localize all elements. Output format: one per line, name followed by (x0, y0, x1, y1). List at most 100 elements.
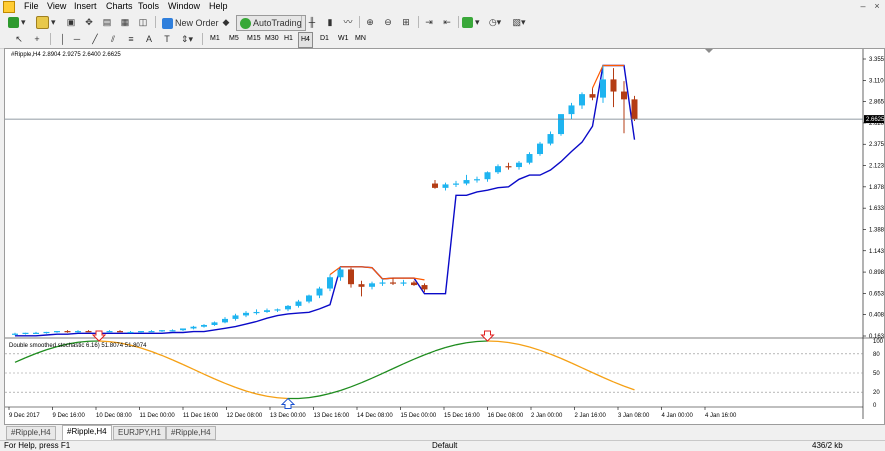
menu-help[interactable]: Help (207, 0, 230, 13)
stochastic-segment (299, 398, 310, 399)
price-tick-label: 0.6530 (869, 291, 884, 297)
chart-window[interactable]: 3.35503.11002.86502.62002.37502.12301.87… (4, 48, 885, 425)
stochastic-segment (582, 368, 593, 373)
stochastic-segment (99, 341, 110, 342)
stochastic-segment (551, 354, 562, 358)
strategy-tester-icon[interactable]: ◫ (136, 15, 150, 29)
menu-window[interactable]: Window (166, 0, 202, 13)
stochastic-segment (603, 377, 614, 382)
terminal-icon[interactable]: ▦ (118, 15, 132, 29)
menu-view[interactable]: View (45, 0, 68, 13)
candle-bull (516, 163, 522, 167)
candle-bull (233, 315, 239, 318)
stochastic-segment (26, 354, 37, 358)
chart-shift-icon[interactable]: ⇤ (440, 15, 454, 29)
zoom-in-icon[interactable]: ⊕ (363, 15, 377, 29)
data-window-icon[interactable]: ✥ (82, 15, 96, 29)
tab-ripple-h4-2[interactable]: #Ripple,H4 (166, 426, 216, 440)
profiles-icon[interactable]: ▾ (36, 15, 56, 29)
cursor-icon[interactable]: ↖ (12, 32, 26, 46)
symbol-info-label: #Ripple,H4 2.8904 2.9275 2.6400 2.6625 (11, 52, 121, 58)
candle-bull (222, 319, 228, 322)
menu-charts[interactable]: Charts (104, 0, 135, 13)
timeframe-d1[interactable]: D1 (318, 32, 331, 46)
menu-tools[interactable]: Tools (136, 0, 161, 13)
tab-ripple-h4-active[interactable]: #Ripple,H4 (62, 425, 112, 440)
tab-ripple-h4-1[interactable]: #Ripple,H4 (6, 426, 56, 440)
menu-file[interactable]: File (22, 0, 41, 13)
standard-toolbar: ▾ ▾ ▣ ✥ ▤ ▦ ◫ New Order ◆ AutoTrading ╫ … (0, 13, 885, 32)
trendline-icon[interactable]: ╱ (88, 32, 102, 46)
zoom-out-icon[interactable]: ⊖ (381, 15, 395, 29)
periods-icon[interactable]: ◷▾ (488, 15, 502, 29)
vertical-line-icon[interactable]: │ (56, 32, 70, 46)
timeframe-m1[interactable]: M1 (208, 32, 222, 46)
stochastic-segment (614, 382, 625, 386)
time-tick-label: 9 Dec 2017 (9, 413, 40, 419)
candlestick-icon[interactable]: ▮ (323, 15, 337, 29)
candle-bull (464, 180, 470, 183)
stochastic-segment (456, 343, 467, 345)
autotrading-button[interactable]: AutoTrading (236, 15, 306, 31)
text-tool-icon[interactable]: A (142, 32, 156, 46)
price-tick-label: 3.1100 (869, 78, 884, 84)
stochastic-segment (519, 344, 530, 347)
candle-bull (558, 114, 564, 134)
auto-scroll-icon[interactable]: ⇥ (422, 15, 436, 29)
candle-bull (495, 166, 501, 172)
time-tick-label: 11 Dec 16:00 (183, 413, 219, 419)
candle-bull (380, 282, 386, 283)
tile-windows-icon[interactable]: ⊞ (399, 15, 413, 29)
crosshair-icon[interactable]: + (30, 32, 44, 46)
timeframe-m15[interactable]: M15 (245, 32, 263, 46)
chart-shift-marker (705, 49, 713, 53)
menu-bar: File View Insert Charts Tools Window Hel… (0, 0, 885, 13)
current-price-label: 2.6625 (866, 117, 884, 123)
status-bar: For Help, press F1 Default 436/2 kb (0, 440, 885, 451)
stochastic-segment (204, 374, 215, 379)
candle-bull (23, 333, 29, 334)
fibonacci-icon[interactable]: ≡ (124, 32, 138, 46)
timeframe-w1[interactable]: W1 (336, 32, 351, 46)
close-icon[interactable]: × (872, 1, 882, 11)
new-chart-icon[interactable]: ▾ (8, 15, 26, 29)
line-chart-icon[interactable]: 〰 (341, 15, 355, 29)
timeframe-mn[interactable]: MN (353, 32, 368, 46)
candle-bear (611, 79, 617, 91)
timeframe-h4[interactable]: H4 (298, 32, 313, 48)
stochastic-segment (320, 394, 331, 396)
candle-bull (401, 282, 407, 283)
price-chart[interactable]: 3.35503.11002.86502.62002.37502.12301.87… (5, 49, 884, 424)
candle-bull (54, 331, 60, 332)
channel-icon[interactable]: ⫽ (106, 32, 120, 46)
menu-insert[interactable]: Insert (72, 0, 99, 13)
candle-bull (327, 277, 333, 288)
stochastic-segment (414, 355, 425, 359)
candle-bull (138, 331, 144, 332)
candle-bull (306, 295, 312, 301)
stochastic-segment (267, 396, 278, 398)
bar-chart-icon[interactable]: ╫ (305, 15, 319, 29)
candle-bear (621, 92, 627, 100)
minimize-icon[interactable]: – (858, 1, 868, 11)
candle-bull (264, 310, 270, 312)
arrows-icon[interactable]: ⇕▾ (180, 32, 194, 46)
timeframe-h1[interactable]: H1 (282, 32, 295, 46)
indicator-tick-label: 80 (873, 352, 880, 358)
indicators-icon[interactable]: ▾ (462, 15, 480, 29)
timeframe-m5[interactable]: M5 (227, 32, 241, 46)
navigator-icon[interactable]: ▤ (100, 15, 114, 29)
timeframe-m30[interactable]: M30 (263, 32, 281, 46)
candle-bull (128, 332, 134, 333)
candle-bull (537, 144, 543, 154)
templates-icon[interactable]: ▧▾ (512, 15, 526, 29)
horizontal-line-icon[interactable]: ─ (70, 32, 84, 46)
text-label-icon[interactable]: T (160, 32, 174, 46)
metaeditor-icon[interactable]: ◆ (219, 15, 233, 29)
tab-eurjpy-h1[interactable]: EURJPY,H1 (113, 426, 166, 440)
sell-arrow-icon (93, 331, 105, 341)
market-watch-icon[interactable]: ▣ (64, 15, 78, 29)
new-order-button[interactable]: New Order (158, 15, 223, 31)
time-tick-label: 13 Dec 16:00 (314, 413, 350, 419)
stochastic-segment (572, 363, 583, 368)
